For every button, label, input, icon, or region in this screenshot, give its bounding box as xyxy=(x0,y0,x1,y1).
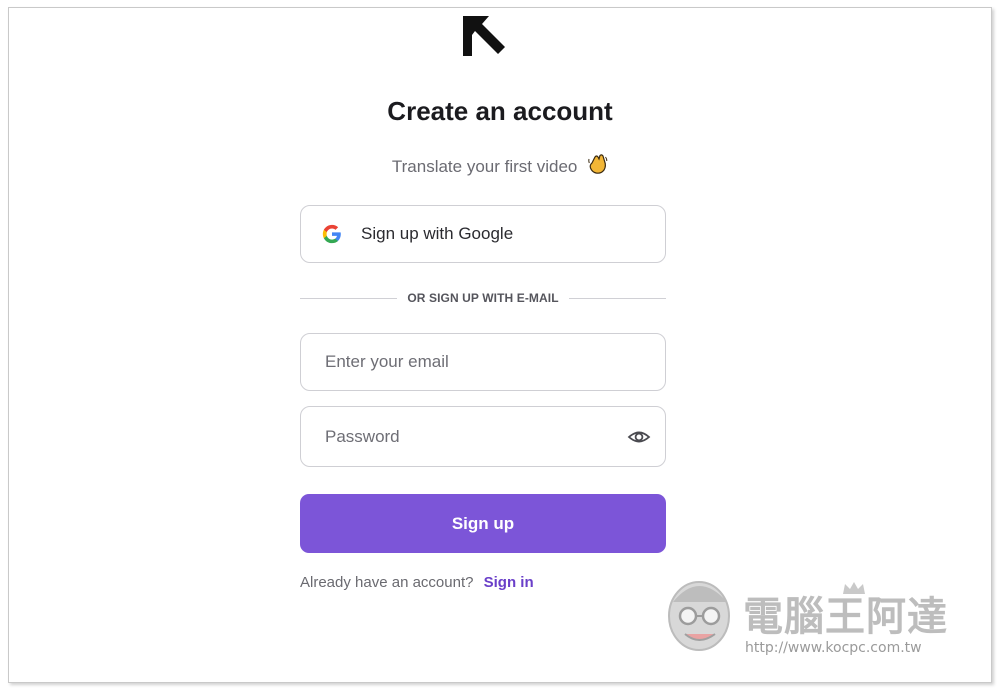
divider-line-left xyxy=(300,297,398,299)
waving-hand-icon xyxy=(588,154,608,174)
subtitle-text: Translate your first video xyxy=(391,157,578,176)
or-divider: OR SIGN UP WITH E-MAIL xyxy=(300,290,666,306)
page-subtitle: Translate your first video xyxy=(9,153,991,177)
signin-prompt: Already have an account? xyxy=(300,574,474,591)
watermark-url: http://www.kocpc.com.tw xyxy=(745,640,922,656)
google-signup-button[interactable]: Sign up with Google xyxy=(300,205,666,263)
show-password-eye-icon[interactable] xyxy=(627,425,651,449)
watermark-mascot-icon xyxy=(668,581,730,651)
google-signup-label: Sign up with Google xyxy=(361,224,514,243)
email-field[interactable] xyxy=(300,333,666,391)
watermark-name: 電腦王阿達 xyxy=(743,594,948,640)
signup-button[interactable]: Sign up xyxy=(300,494,666,553)
page-frame: Create an account Translate your first v… xyxy=(8,7,992,683)
divider-line-right xyxy=(568,297,666,299)
password-input[interactable] xyxy=(301,406,627,467)
signin-link[interactable]: Sign in xyxy=(484,574,534,591)
signin-row: Already have an account? Sign in xyxy=(300,574,534,591)
app-logo-icon xyxy=(463,16,505,56)
email-input[interactable] xyxy=(301,333,665,391)
divider-text: OR SIGN UP WITH E-MAIL xyxy=(407,291,559,305)
google-logo-icon xyxy=(322,224,341,244)
page-title: Create an account xyxy=(387,96,613,126)
watermark: 電腦王阿達 http://www.kocpc.com.tw xyxy=(661,568,971,668)
password-field[interactable] xyxy=(300,406,666,467)
